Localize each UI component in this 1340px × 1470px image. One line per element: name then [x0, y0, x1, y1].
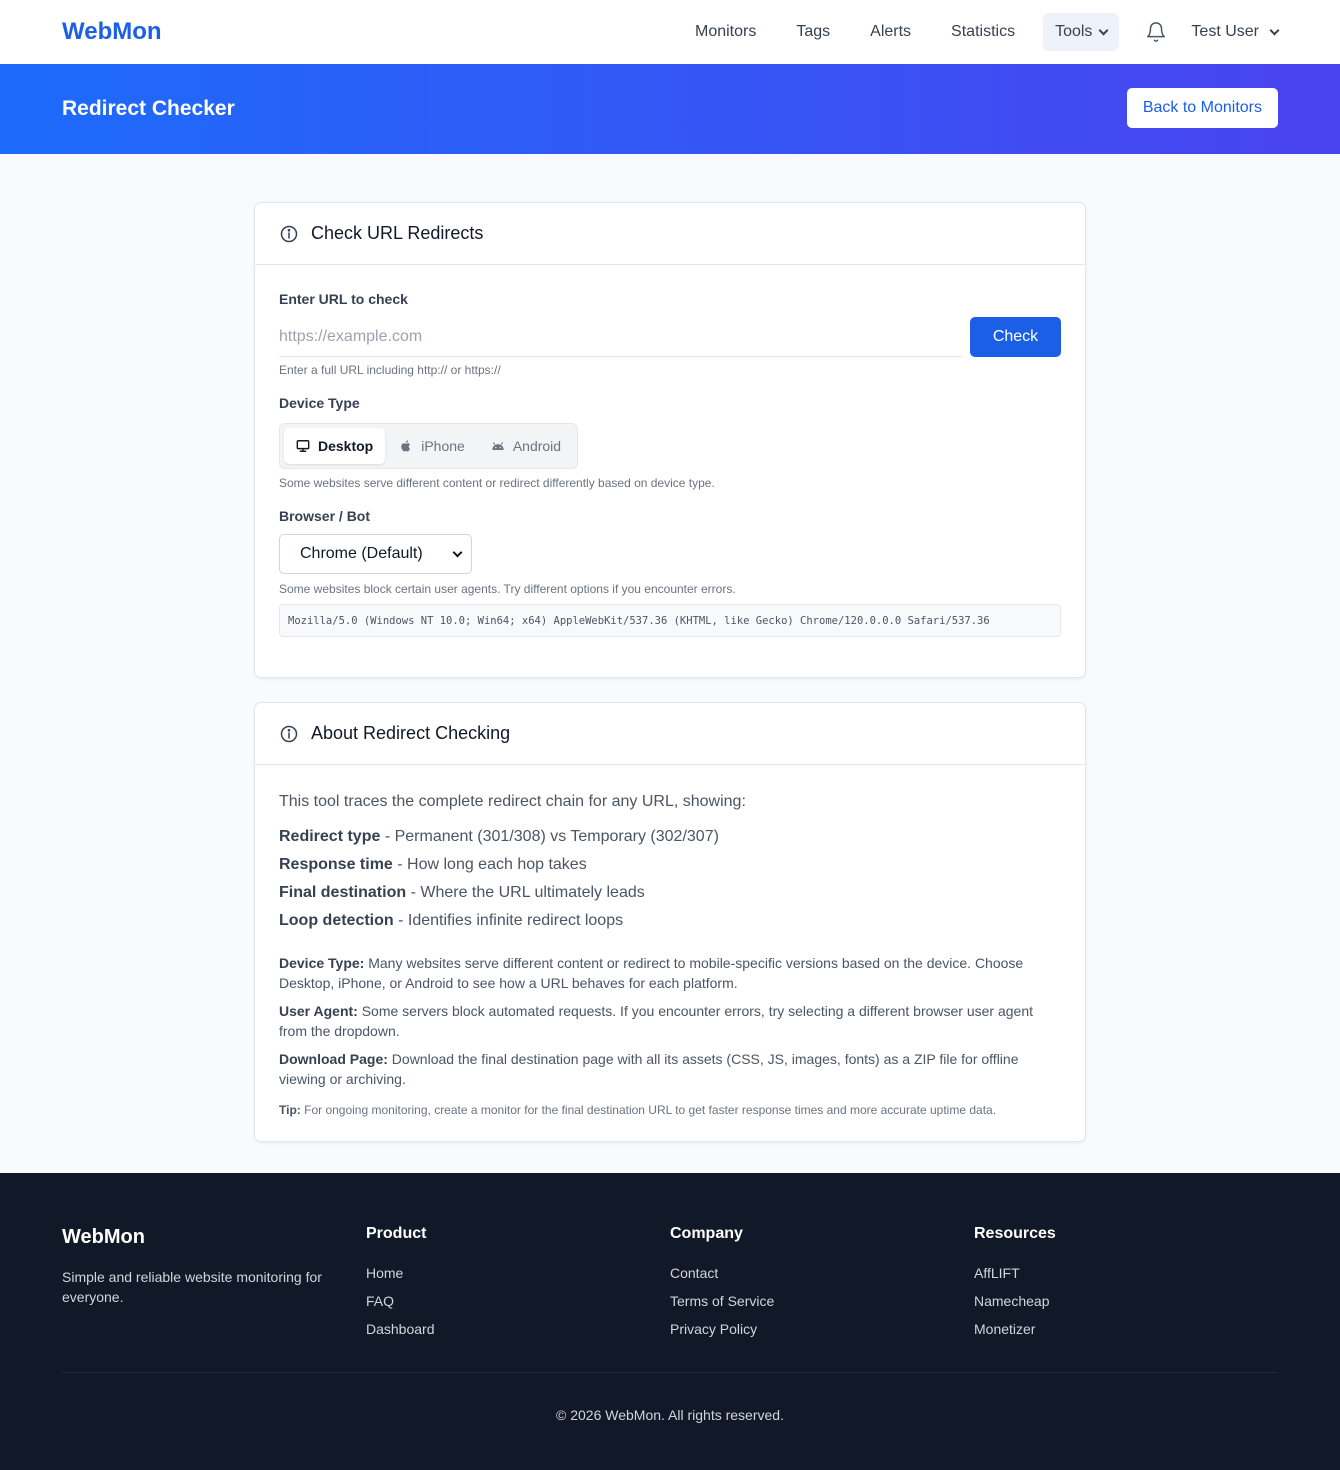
- device-type-label: Device Type: [279, 395, 360, 411]
- about-intro: This tool traces the complete redirect c…: [279, 793, 746, 810]
- device-help-text: Some websites serve different content or…: [279, 476, 715, 490]
- browser-label: Browser / Bot: [279, 508, 371, 524]
- check-redirects-card: Check URL Redirects Enter URL to check C…: [254, 202, 1086, 678]
- bell-icon[interactable]: [1145, 21, 1167, 43]
- nav-monitors[interactable]: Monitors: [675, 13, 776, 51]
- page-title: Redirect Checker: [62, 97, 235, 120]
- card-header: Check URL Redirects: [255, 203, 1085, 265]
- browser-help-text: Some websites block certain user agents.…: [279, 582, 736, 596]
- main-content: Check URL Redirects Enter URL to check C…: [0, 154, 1340, 1142]
- footer-link-privacy[interactable]: Privacy Policy: [670, 1315, 974, 1343]
- footer-link-faq[interactable]: FAQ: [366, 1287, 670, 1315]
- browser-select[interactable]: Chrome (Default): [279, 534, 472, 574]
- about-redirect-card: About Redirect Checking This tool traces…: [254, 702, 1086, 1142]
- chevron-down-icon: [452, 547, 463, 557]
- footer-link-afflift[interactable]: AffLIFT: [974, 1259, 1278, 1287]
- footer-link-namecheap[interactable]: Namecheap: [974, 1287, 1278, 1315]
- feature-term: Redirect type: [279, 828, 381, 845]
- card-body: This tool traces the complete redirect c…: [255, 765, 1085, 1141]
- tip-term: Tip:: [279, 1103, 301, 1117]
- card-title: Check URL Redirects: [311, 223, 484, 243]
- feature-item: Redirect type - Permanent (301/308) vs T…: [279, 823, 1061, 851]
- feature-term: Final destination: [279, 884, 407, 901]
- footer-divider: [62, 1372, 1278, 1373]
- feature-desc: - Where the URL ultimately leads: [406, 884, 645, 901]
- copyright: © 2026 WebMon. All rights reserved.: [556, 1407, 784, 1423]
- footer-product-column: Product Home FAQ Dashboard: [366, 1225, 670, 1343]
- device-android-button[interactable]: Android: [479, 428, 573, 464]
- feature-term: Response time: [279, 856, 393, 873]
- note-term: Device Type:: [279, 955, 365, 971]
- footer-heading: Product: [366, 1225, 427, 1242]
- footer-columns: WebMon Simple and reliable website monit…: [62, 1225, 1278, 1343]
- feature-item: Response time - How long each hop takes: [279, 851, 1061, 879]
- tip-desc: For ongoing monitoring, create a monitor…: [300, 1103, 997, 1117]
- user-menu[interactable]: Test User: [1191, 23, 1280, 41]
- footer-link-home[interactable]: Home: [366, 1259, 670, 1287]
- footer-resources-column: Resources AffLIFT Namecheap Monetizer: [974, 1225, 1278, 1343]
- footer-link-contact[interactable]: Contact: [670, 1259, 974, 1287]
- user-agent-display: Mozilla/5.0 (Windows NT 10.0; Win64; x64…: [279, 604, 1061, 637]
- site-footer: WebMon Simple and reliable website monit…: [0, 1173, 1340, 1470]
- nav-tools-dropdown[interactable]: Tools: [1043, 13, 1120, 51]
- note-desc: Download the final destination page with…: [279, 1051, 1019, 1087]
- footer-heading: Resources: [974, 1225, 1056, 1242]
- nav-alerts[interactable]: Alerts: [850, 13, 931, 51]
- footer-link-monetizer[interactable]: Monetizer: [974, 1315, 1278, 1343]
- user-name: Test User: [1191, 23, 1259, 40]
- footer-tagline: Simple and reliable website monitoring f…: [62, 1269, 322, 1305]
- chevron-down-icon: [1098, 25, 1109, 35]
- info-icon: [280, 725, 298, 742]
- feature-term: Loop detection: [279, 912, 394, 929]
- note-paragraph: Device Type: Many websites serve differe…: [279, 953, 1061, 993]
- note-desc: Some servers block automated requests. I…: [279, 1003, 1034, 1039]
- feature-item: Final destination - Where the URL ultima…: [279, 879, 1061, 907]
- feature-desc: - Identifies infinite redirect loops: [393, 912, 624, 929]
- url-row: Check: [279, 317, 1061, 357]
- url-help-text: Enter a full URL including http:// or ht…: [279, 363, 501, 377]
- nav-statistics[interactable]: Statistics: [931, 13, 1035, 51]
- top-navbar: WebMon Monitors Tags Alerts Statistics T…: [0, 0, 1340, 64]
- android-icon: [492, 442, 504, 450]
- footer-link-dashboard[interactable]: Dashboard: [366, 1315, 670, 1343]
- nav-tags[interactable]: Tags: [776, 13, 850, 51]
- feature-item: Loop detection - Identifies infinite red…: [279, 907, 1061, 935]
- footer-company-column: Company Contact Terms of Service Privacy…: [670, 1225, 974, 1343]
- card-header: About Redirect Checking: [255, 703, 1085, 765]
- note-term: User Agent:: [279, 1003, 358, 1019]
- page-hero: Redirect Checker Back to Monitors: [0, 64, 1340, 154]
- browser-selected-value: Chrome (Default): [300, 545, 423, 562]
- note-term: Download Page:: [279, 1051, 388, 1067]
- nav-links: Monitors Tags Alerts Statistics Tools Te…: [675, 13, 1280, 51]
- apple-icon: [401, 440, 411, 452]
- url-label: Enter URL to check: [279, 291, 408, 307]
- device-android-label: Android: [512, 438, 562, 454]
- footer-brand: WebMon: [62, 1226, 145, 1248]
- device-type-toggle: Desktop iPhone Android: [279, 423, 579, 469]
- nav-tools-label: Tools: [1055, 23, 1093, 40]
- card-title: About Redirect Checking: [311, 723, 511, 743]
- note-desc: Many websites serve different content or…: [279, 955, 1024, 991]
- device-desktop-label: Desktop: [318, 438, 374, 454]
- tip-text: Tip: For ongoing monitoring, create a mo…: [279, 1103, 1061, 1117]
- footer-heading: Company: [670, 1225, 743, 1242]
- footer-link-terms[interactable]: Terms of Service: [670, 1287, 974, 1315]
- note-paragraph: Download Page: Download the final destin…: [279, 1049, 1061, 1089]
- brand-logo[interactable]: WebMon: [62, 18, 162, 46]
- check-button[interactable]: Check: [970, 317, 1061, 357]
- info-icon: [280, 225, 298, 242]
- card-body: Enter URL to check Check Enter a full UR…: [255, 265, 1085, 677]
- device-iphone-label: iPhone: [421, 438, 465, 454]
- back-to-monitors-button[interactable]: Back to Monitors: [1126, 88, 1278, 128]
- device-desktop-button[interactable]: Desktop: [284, 428, 386, 464]
- chevron-down-icon: [1269, 25, 1280, 35]
- note-paragraph: User Agent: Some servers block automated…: [279, 1001, 1061, 1041]
- monitor-icon: [296, 440, 310, 452]
- feature-desc: - How long each hop takes: [392, 856, 587, 873]
- feature-desc: - Permanent (301/308) vs Temporary (302/…: [380, 828, 719, 845]
- url-input[interactable]: [279, 317, 962, 357]
- footer-brand-column: WebMon Simple and reliable website monit…: [62, 1225, 366, 1343]
- device-iphone-button[interactable]: iPhone: [387, 428, 477, 464]
